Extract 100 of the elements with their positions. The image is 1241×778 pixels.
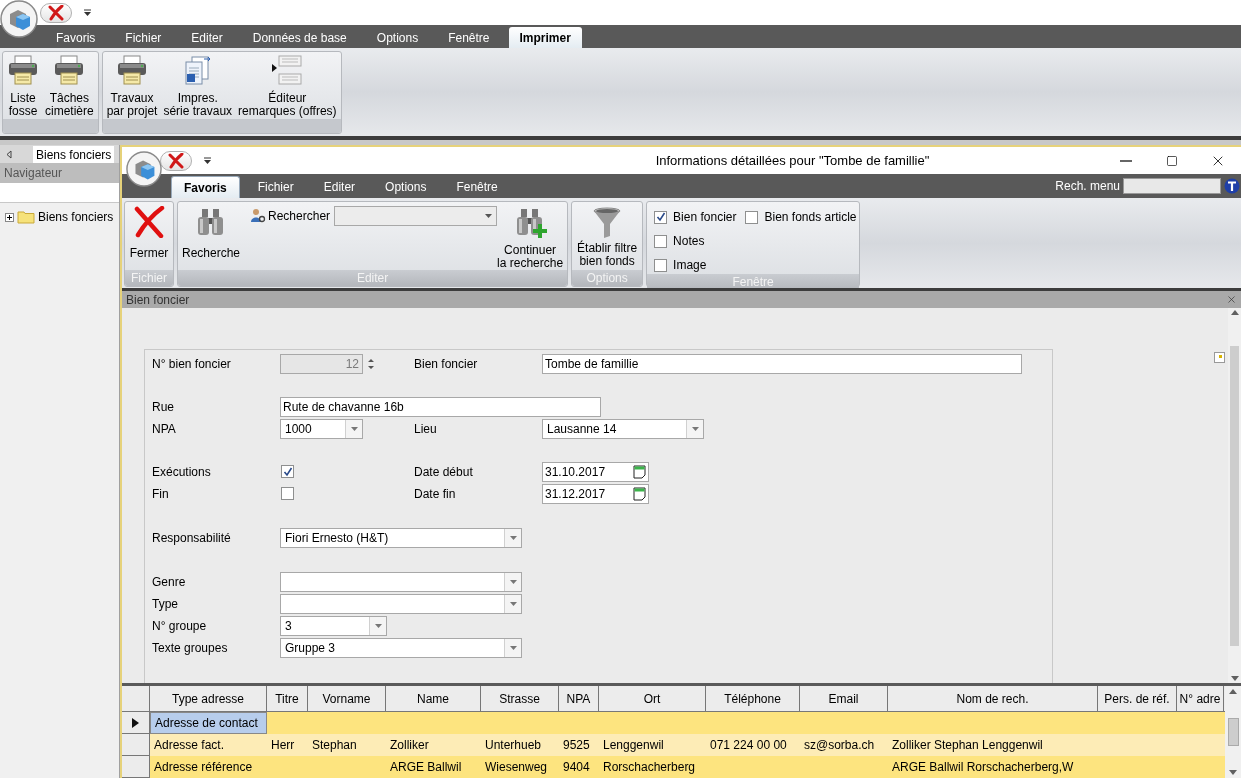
printer-icon [53,54,86,86]
column-header[interactable]: Pers. de réf. [1098,686,1177,711]
text-field[interactable]: Tombe de famillie [542,354,1022,374]
search-dropdown-field[interactable] [334,206,498,226]
menu-tab[interactable]: Options [373,176,439,198]
menu-search-field[interactable] [1123,178,1221,194]
field-label: Rue [152,400,174,414]
checkbox[interactable] [654,210,668,224]
field-label: N° groupe [152,619,207,633]
table-cell-text: Zolliker [390,737,429,754]
column-header[interactable]: Ort [599,686,706,711]
column-header[interactable]: Téléphone [706,686,800,711]
dropdown-caret-icon [509,602,517,606]
dropdown-field[interactable] [280,594,522,614]
checkbox-label[interactable]: Bien foncier [673,208,737,226]
field-label: Date fin [414,487,456,501]
checkbox[interactable] [281,465,294,478]
table-cell-text: 9404 [563,759,590,776]
menu-tab[interactable]: Fenêtre [444,176,510,198]
menu-tab[interactable]: Fichier [114,27,173,48]
search-field-label: Rechercher [268,208,331,225]
minimize-icon [1120,159,1132,162]
column-header[interactable]: NPA [559,686,599,711]
pin-icon[interactable] [1214,352,1225,363]
menu-tab[interactable]: Editer [311,176,368,198]
table-cell-text: 9525 [563,737,590,754]
scroll-thumb[interactable] [1230,345,1239,646]
navigator-search-field[interactable] [0,183,119,203]
checkbox-label[interactable]: Image [673,256,707,274]
checkbox[interactable] [281,487,294,500]
checkbox[interactable] [745,210,759,224]
dropdown-field[interactable] [280,572,522,592]
checkbox[interactable] [654,258,668,272]
grid-scrollbar[interactable] [1225,686,1241,778]
calendar-icon [633,487,646,501]
panel-close-icon[interactable] [1226,294,1237,305]
date-field[interactable]: 31.12.2017 [542,484,649,504]
ribbon-button[interactable]: Tâches cimetière [43,54,96,118]
panel-tab[interactable]: Biens fonciers [33,146,115,163]
scroll-thumb[interactable] [1227,718,1239,746]
collapse-arrow-icon[interactable] [5,150,13,159]
ribbon-button[interactable]: Liste fosse [5,54,41,118]
menu-tab[interactable]: Options [365,27,430,48]
customize-dropdown-icon[interactable] [204,157,211,164]
filter-ribbon-button[interactable]: Établir filtre bien fonds [577,202,638,270]
date-field[interactable]: 31.10.2017 [542,462,649,482]
text-field[interactable]: Rute de chavanne 16b [280,397,601,417]
dropdown-field[interactable]: Lausanne 14 [542,419,704,439]
close-icon [133,206,165,238]
field-label: NPA [152,422,176,436]
table-cell-text: ARGE Ballwil Rorschacherberg,W [892,759,1074,776]
list-editor-icon [270,54,305,86]
dropdown-caret-icon [509,646,517,650]
customize-dropdown-icon[interactable] [84,9,91,16]
scroll-down-icon[interactable] [1230,676,1239,681]
menu-tab[interactable]: Favoris [171,176,240,198]
field-label: Texte groupes [152,641,228,655]
search-ribbon-button[interactable]: Recherche [182,202,241,262]
ribbon-button[interactable]: Travaux par projet [104,54,160,118]
close-quick-button[interactable] [40,2,72,23]
menu-tab[interactable]: Fenêtre [437,27,501,48]
tree-toggle[interactable] [5,212,14,222]
ribbon-button[interactable]: Éditeur remarques (offres) [236,54,339,118]
column-header[interactable]: N° adre [1177,686,1224,711]
row-indicator-icon [132,717,139,728]
tree-item[interactable]: Biens fonciers [38,208,114,226]
menu-tab[interactable]: Favoris [45,27,107,48]
menu-tab[interactable]: Imprimer [508,27,582,48]
table-cell-text: Adresse de contact [155,715,258,732]
table-cell-text: Herr [271,737,295,754]
column-header[interactable]: Email [800,686,888,711]
menu-tab[interactable]: Editer [180,27,234,48]
column-header[interactable]: Type adresse [150,686,267,711]
checkbox-label[interactable]: Notes [673,232,705,250]
menu-tab[interactable]: Fichier [245,176,306,198]
checkbox[interactable] [654,234,668,248]
dropdown-field[interactable]: Fiori Ernesto (H&T) [280,528,522,548]
scroll-up-icon[interactable] [1229,689,1237,694]
menu-tab[interactable]: Données de base [241,27,358,48]
field-label: N° bien foncier [152,357,231,371]
close-quick-button[interactable] [160,150,192,171]
column-header[interactable]: Strasse [481,686,559,711]
close-ribbon-button[interactable]: Fermer [129,202,169,270]
table-cell-text: Zolliker Stephan Lenggenwil [892,737,1043,754]
dropdown-field[interactable]: Gruppe 3 [280,638,522,658]
checkbox-label[interactable]: Bien fonds article [764,208,857,226]
column-header[interactable]: Titre [267,686,308,711]
column-header[interactable]: Nom de rech. [888,686,1098,711]
column-header[interactable]: Name [386,686,481,711]
ribbon-button[interactable]: Impres. série travaux [161,54,235,118]
scroll-down-icon[interactable] [1229,770,1237,775]
dropdown-field[interactable]: 3 [280,616,387,636]
continue-search-button[interactable]: Continuer la recherche [497,202,564,270]
person-search-icon [250,208,267,224]
column-header[interactable]: Vorname [308,686,386,711]
scroll-up-icon[interactable] [1230,310,1239,315]
row-selector[interactable] [122,712,150,734]
dropdown-field[interactable]: 1000 [280,419,363,439]
vertical-scrollbar[interactable] [1228,308,1241,683]
calendar-icon [633,465,646,479]
